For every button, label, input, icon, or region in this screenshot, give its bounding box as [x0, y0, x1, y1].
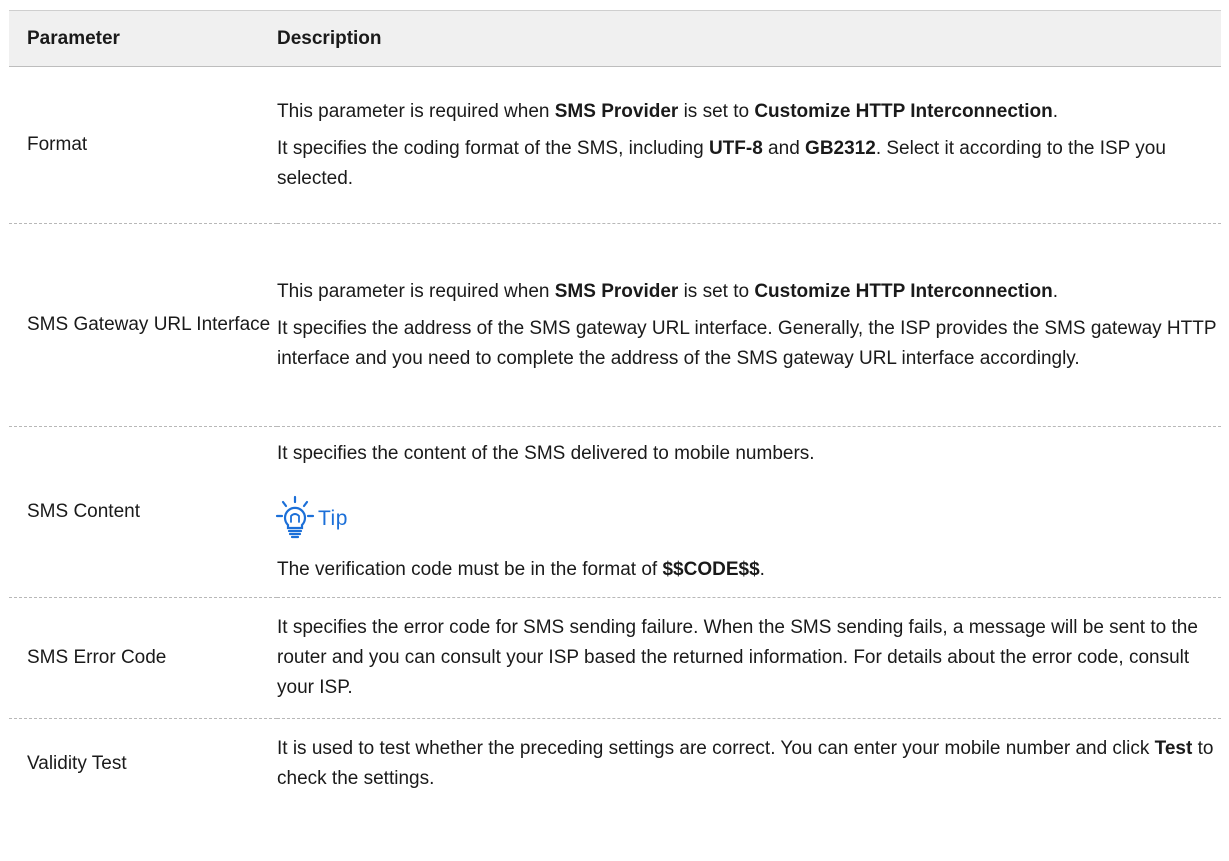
parameter-description: It specifies the error code for SMS send…	[277, 597, 1221, 719]
table-row: SMS Error Code It specifies the error co…	[9, 597, 1221, 719]
parameter-name: Validity Test	[27, 753, 127, 774]
parameter-description: It is used to test whether the preceding…	[277, 719, 1221, 810]
tip-callout: Tip	[275, 495, 1221, 539]
parameter-name: Format	[9, 66, 277, 224]
table-row: Format This parameter is required when S…	[9, 66, 1221, 224]
description-paragraph: This parameter is required when SMS Prov…	[277, 100, 1059, 122]
parameter-description: It specifies the content of the SMS deli…	[275, 426, 1221, 598]
lightbulb-icon	[275, 495, 315, 539]
parameter-name: SMS Gateway URL Interface	[9, 223, 277, 427]
tip-label: Tip	[318, 507, 348, 530]
description-paragraph: The verification code must be in the for…	[277, 559, 765, 580]
table-row: Validity Test It is used to test whether…	[9, 719, 1221, 810]
description-column-header: Description	[277, 10, 1221, 67]
description-paragraph: It specifies the address of the SMS gate…	[277, 317, 1217, 369]
parameter-description: This parameter is required when SMS Prov…	[277, 66, 1221, 224]
parameter-column-header: Parameter	[9, 10, 277, 67]
description-paragraph: It is used to test whether the preceding…	[277, 738, 1214, 789]
description-paragraph: This parameter is required when SMS Prov…	[277, 280, 1059, 302]
table-row: SMS Gateway URL Interface This parameter…	[9, 223, 1221, 427]
description-paragraph: It specifies the content of the SMS deli…	[277, 443, 815, 464]
table-row: SMS Content It specifies the content of …	[9, 426, 1221, 598]
parameter-table: Parameter Description Format This parame…	[9, 10, 1221, 809]
description-paragraph: It specifies the coding format of the SM…	[277, 137, 1166, 189]
description-paragraph: It specifies the error code for SMS send…	[277, 617, 1198, 698]
table-header-row: Parameter Description	[9, 10, 1221, 67]
parameter-name: SMS Content	[9, 426, 277, 598]
parameter-name: SMS Error Code	[9, 597, 277, 719]
parameter-description: This parameter is required when SMS Prov…	[277, 223, 1221, 427]
